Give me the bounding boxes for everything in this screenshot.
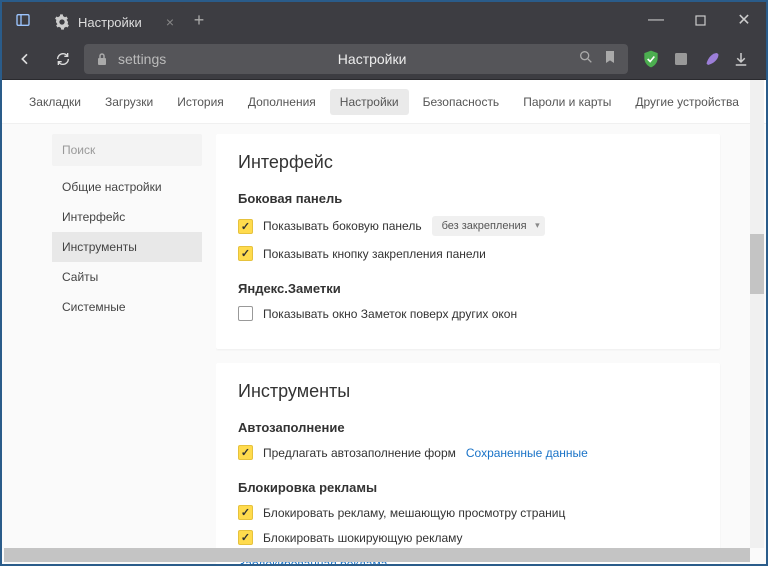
sidebar-item-tools[interactable]: Инструменты — [52, 232, 202, 262]
address-bar: settings Настройки — [2, 38, 766, 80]
dropdown-pin-mode[interactable]: без закрепления — [432, 216, 545, 236]
nav-devices[interactable]: Другие устройства — [625, 89, 749, 115]
settings-panels: Интерфейс Боковая панель Показывать боко… — [216, 134, 726, 564]
search-icon[interactable] — [578, 49, 594, 68]
gear-icon — [54, 14, 70, 30]
subheading-adblock: Блокировка рекламы — [238, 480, 698, 495]
reload-button[interactable] — [46, 42, 80, 76]
url-input[interactable]: settings Настройки — [84, 44, 628, 74]
minimize-button[interactable]: — — [634, 2, 678, 38]
nav-security[interactable]: Безопасность — [413, 89, 510, 115]
nav-bookmarks[interactable]: Закладки — [19, 89, 91, 115]
label-notes-on-top: Показывать окно Заметок поверх других ок… — [263, 307, 517, 321]
sidebar-item-system[interactable]: Системные — [52, 292, 202, 322]
search-input[interactable]: Поиск — [52, 134, 202, 166]
browser-tab[interactable]: Настройки × — [44, 6, 184, 38]
nav-settings[interactable]: Настройки — [330, 89, 409, 115]
nav-addons[interactable]: Дополнения — [238, 89, 326, 115]
tab-bar: Настройки × + — [2, 2, 634, 38]
protect-shield-icon[interactable] — [640, 48, 662, 70]
checkbox-block-shocking[interactable] — [238, 530, 253, 545]
new-tab-button[interactable]: + — [184, 10, 214, 31]
vertical-scrollbar-thumb[interactable] — [750, 234, 764, 294]
checkbox-offer-autofill[interactable] — [238, 445, 253, 460]
panel-tools: Инструменты Автозаполнение Предлагать ав… — [216, 363, 720, 564]
label-show-side-panel: Показывать боковую панель — [263, 219, 422, 233]
lock-icon — [94, 51, 110, 67]
extension-icons — [632, 48, 760, 70]
panel-interface: Интерфейс Боковая панель Показывать боко… — [216, 134, 720, 349]
main-content: Поиск Общие настройки Интерфейс Инструме… — [2, 124, 766, 564]
url-text: settings — [118, 51, 166, 67]
content-area: Закладки Загрузки История Дополнения Нас… — [2, 80, 766, 564]
feather-icon[interactable] — [700, 48, 722, 70]
tab-title: Настройки — [78, 15, 142, 30]
sidebar-item-general[interactable]: Общие настройки — [52, 172, 202, 202]
extension-icon[interactable] — [670, 48, 692, 70]
subheading-side-panel: Боковая панель — [238, 191, 698, 206]
titlebar: Настройки × + — ✕ — [2, 2, 766, 38]
checkbox-show-pin-button[interactable] — [238, 246, 253, 261]
search-placeholder: Поиск — [62, 143, 95, 157]
checkbox-show-side-panel[interactable] — [238, 219, 253, 234]
label-block-intrusive: Блокировать рекламу, мешающую просмотру … — [263, 506, 565, 520]
panel-title-tools: Инструменты — [238, 381, 698, 402]
subheading-notes: Яндекс.Заметки — [238, 281, 698, 296]
label-show-pin-button: Показывать кнопку закрепления панели — [263, 247, 486, 261]
maximize-button[interactable] — [678, 2, 722, 38]
downloads-icon[interactable] — [730, 48, 752, 70]
subheading-autofill: Автозаполнение — [238, 420, 698, 435]
panel-title-interface: Интерфейс — [238, 152, 698, 173]
sidebar-item-interface[interactable]: Интерфейс — [52, 202, 202, 232]
label-offer-autofill: Предлагать автозаполнение форм — [263, 446, 456, 460]
back-button[interactable] — [8, 42, 42, 76]
checkbox-block-intrusive[interactable] — [238, 505, 253, 520]
checkbox-notes-on-top[interactable] — [238, 306, 253, 321]
nav-history[interactable]: История — [167, 89, 234, 115]
link-saved-data[interactable]: Сохраненные данные — [466, 446, 588, 460]
close-window-button[interactable]: ✕ — [722, 2, 766, 38]
nav-downloads[interactable]: Загрузки — [95, 89, 163, 115]
window-controls: — ✕ — [634, 2, 766, 38]
sidebar-item-sites[interactable]: Сайты — [52, 262, 202, 292]
page-title: Настройки — [174, 51, 570, 67]
horizontal-scrollbar-thumb[interactable] — [4, 548, 750, 562]
label-block-shocking: Блокировать шокирующую рекламу — [263, 531, 463, 545]
settings-top-nav: Закладки Загрузки История Дополнения Нас… — [2, 80, 766, 124]
close-tab-icon[interactable]: × — [166, 14, 174, 30]
side-panel-toggle-icon[interactable] — [2, 2, 44, 38]
settings-sidebar: Поиск Общие настройки Интерфейс Инструме… — [52, 134, 202, 564]
horizontal-scrollbar-track[interactable] — [4, 548, 750, 562]
vertical-scrollbar-track[interactable] — [750, 80, 764, 548]
nav-passwords[interactable]: Пароли и карты — [513, 89, 621, 115]
bookmark-icon[interactable] — [602, 49, 618, 68]
